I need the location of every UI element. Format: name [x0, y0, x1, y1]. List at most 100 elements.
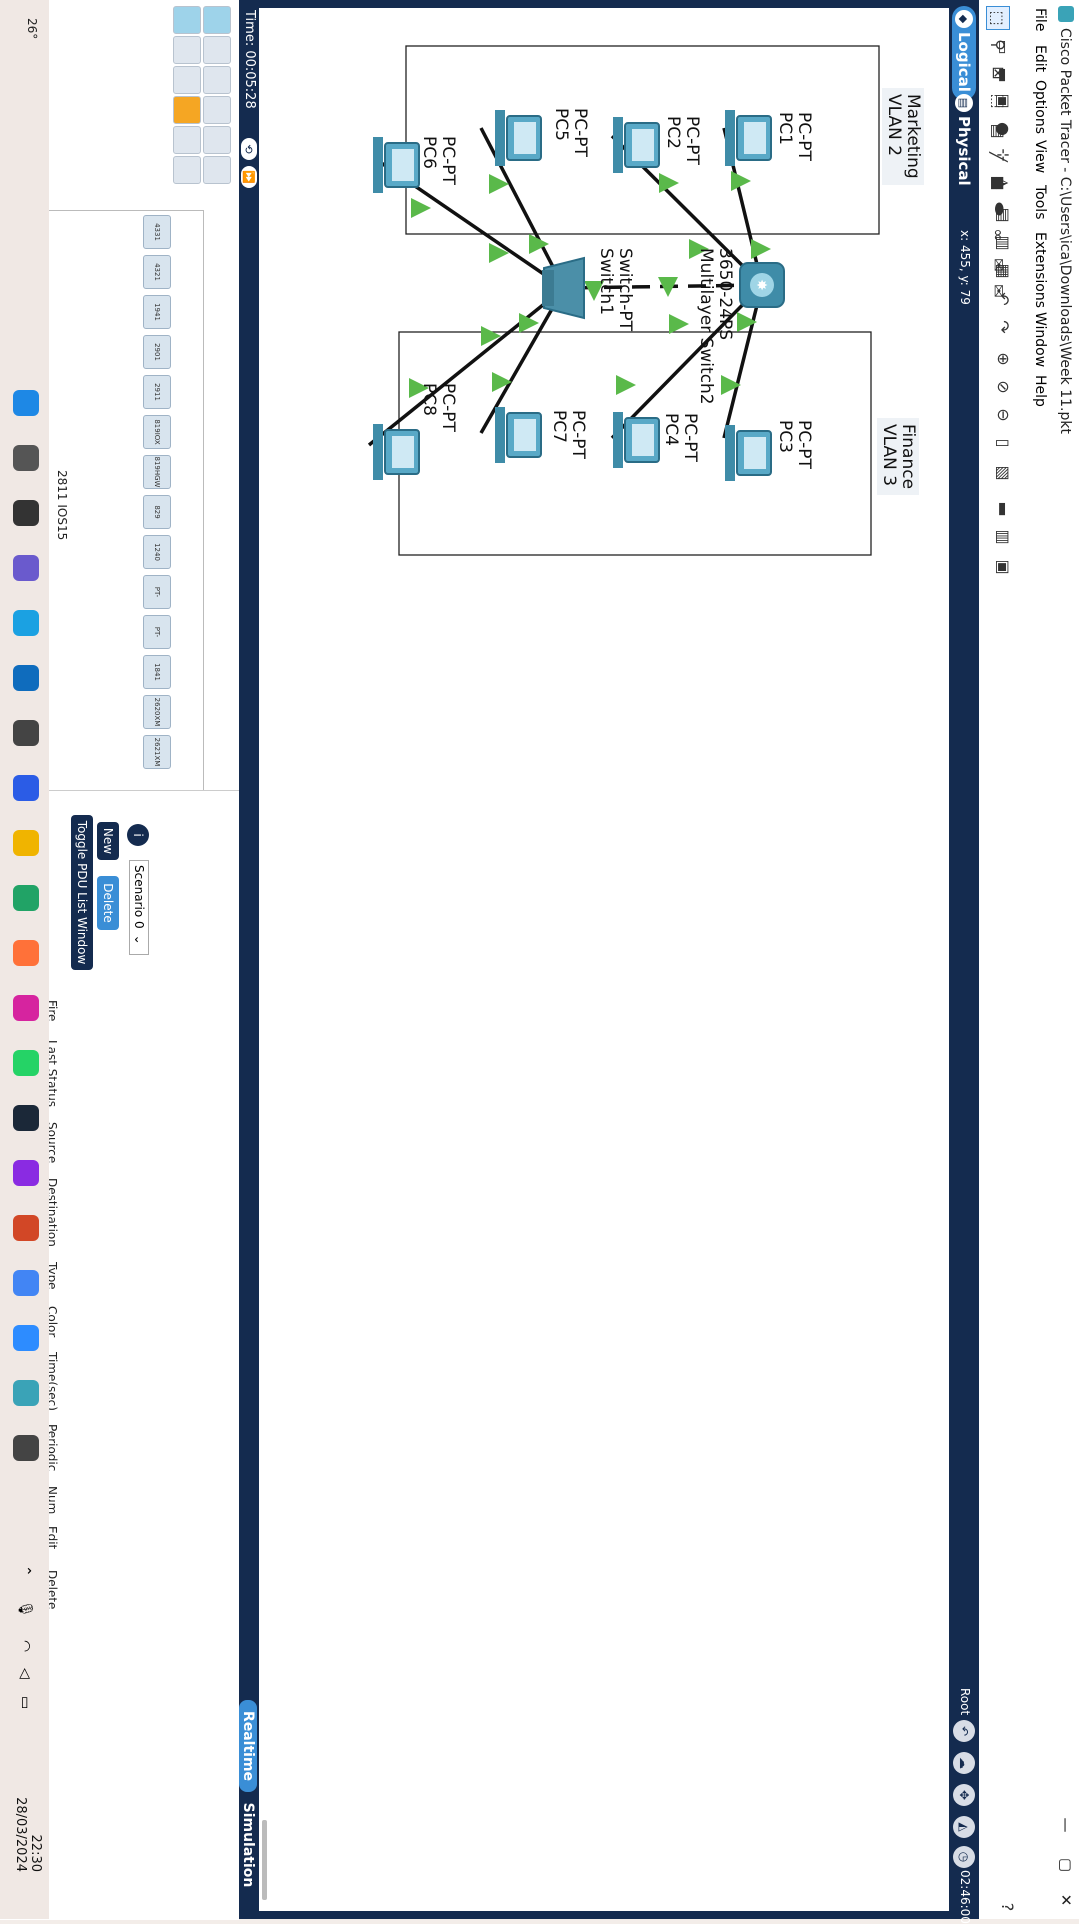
whatsapp-icon[interactable]	[13, 1050, 39, 1076]
router-model-pt-router[interactable]: PT-Router	[143, 575, 171, 609]
simulation-mode-button[interactable]: Simulation	[239, 1795, 257, 1895]
taskbar-clock[interactable]: 22:30 28/03/2024	[13, 1752, 43, 1872]
viewport-icon[interactable]: ◭	[953, 1816, 975, 1838]
new-scenario-button[interactable]: New	[97, 822, 119, 860]
wan-subcategory-icon[interactable]	[173, 156, 201, 184]
menu-edit[interactable]: Edit	[1032, 45, 1048, 72]
maximize-button[interactable]: ▢	[1057, 1850, 1075, 1880]
router-model-1841[interactable]: 1841	[143, 655, 171, 689]
fast-forward-button[interactable]: ⏩	[241, 166, 257, 188]
search-icon[interactable]	[13, 445, 39, 471]
zoom-in-icon[interactable]: ⊕	[993, 348, 1015, 370]
menu-window[interactable]: Window	[1032, 312, 1048, 367]
line-tool-icon[interactable]: ╱	[988, 146, 1010, 168]
router-model-4331[interactable]: 4331	[143, 215, 171, 249]
hubs-subcategory-icon[interactable]	[173, 66, 201, 94]
app-icon-2[interactable]	[13, 775, 39, 801]
menu-tools[interactable]: Tools	[1032, 185, 1048, 220]
workspace-scrollbar[interactable]	[262, 1820, 267, 1900]
ellipse-tool-icon[interactable]: ⬬	[988, 198, 1010, 220]
excel-icon[interactable]	[13, 885, 39, 911]
components-category-icon[interactable]	[203, 66, 231, 94]
security-subcategory-icon[interactable]	[173, 126, 201, 154]
custom-devices-icon[interactable]: ▧	[993, 462, 1015, 484]
doc-icon[interactable]: ▥	[993, 526, 1015, 548]
battery-icon[interactable]: ▭	[17, 1696, 33, 1709]
misc-category-icon[interactable]	[203, 126, 231, 154]
menu-file[interactable]: File	[1032, 8, 1048, 31]
end-devices-category-icon[interactable]	[203, 36, 231, 64]
mic-icon[interactable]: 🎙	[17, 1600, 33, 1618]
app-icon-1[interactable]	[13, 720, 39, 746]
zoom-icon[interactable]	[13, 1325, 39, 1351]
instagram-icon[interactable]	[13, 995, 39, 1021]
menu-extensions[interactable]: Extensions	[1032, 232, 1048, 308]
task-view-icon[interactable]	[13, 500, 39, 526]
select-tool-icon[interactable]: ⬚	[986, 6, 1010, 30]
router-model-819iox[interactable]: 819IOX	[143, 415, 171, 449]
note-tool-icon[interactable]: ▤	[988, 120, 1010, 142]
palette-icon[interactable]: ▯	[993, 432, 1015, 454]
menu-help[interactable]: Help	[1032, 375, 1048, 407]
move-icon[interactable]: ✥	[953, 1784, 975, 1806]
minimize-button[interactable]: —	[1057, 1810, 1075, 1840]
simple-pdu-icon[interactable]: ✉	[988, 254, 1010, 276]
logical-workspace[interactable]: ✸ Marketing VLAN 2 Finance VLAN 3 PC-PT …	[259, 8, 949, 1911]
resize-tool-icon[interactable]: ⬚	[988, 90, 1010, 112]
switches-subcategory-icon[interactable]	[173, 36, 201, 64]
complex-pdu-icon[interactable]: ✉	[988, 280, 1010, 302]
toggle-pdu-list-button[interactable]: Toggle PDU List Window	[71, 815, 93, 970]
store-icon[interactable]	[13, 665, 39, 691]
freeform-tool-icon[interactable]: ∞	[988, 224, 1010, 246]
multiuser-category-icon[interactable]	[203, 156, 231, 184]
back-icon[interactable]: ↶	[953, 1720, 975, 1742]
tab-physical[interactable]: ▤ Physical	[952, 90, 976, 194]
close-button[interactable]: ✕	[1057, 1885, 1075, 1915]
routers-subcategory-icon[interactable]	[173, 6, 201, 34]
chevron-up-icon[interactable]: ⌃	[17, 1565, 33, 1577]
reset-time-button[interactable]: ⟲	[241, 138, 257, 160]
router-model-2911[interactable]: 2911	[143, 375, 171, 409]
router-model-2901[interactable]: 2901	[143, 335, 171, 369]
rectangle-tool-icon[interactable]: ■	[988, 172, 1010, 194]
zoom-reset-icon[interactable]: ⊘	[993, 376, 1015, 398]
router-model-4321[interactable]: 4321	[143, 255, 171, 289]
file-explorer-icon[interactable]	[13, 830, 39, 856]
router-model-pt-empty[interactable]: PT-Empty	[143, 615, 171, 649]
firefox-icon[interactable]	[13, 940, 39, 966]
multilayer-switch-icon[interactable]: ✸	[739, 262, 785, 308]
app-icon-4[interactable]	[13, 1435, 39, 1461]
scenario-select[interactable]: Scenario 0 ⌄	[129, 860, 149, 955]
router-model-2620xm[interactable]: 2620XM	[143, 695, 171, 729]
cloud-icon[interactable]: ☁	[953, 1752, 975, 1774]
app-icon-3[interactable]	[13, 1160, 39, 1186]
steam-icon[interactable]	[13, 1105, 39, 1131]
tag-icon[interactable]: ▬	[993, 498, 1015, 520]
volume-icon[interactable]: ◁	[17, 1668, 33, 1679]
screenshot-icon[interactable]: ▣	[993, 556, 1015, 578]
router-model-819hgw[interactable]: 819HGW	[143, 455, 171, 489]
inspect-tool-icon[interactable]: ⚲	[988, 34, 1010, 56]
router-model-829[interactable]: 829	[143, 495, 171, 529]
router-model-2621xm[interactable]: 2621XM	[143, 735, 171, 769]
powerpoint-icon[interactable]	[13, 1215, 39, 1241]
clock-icon[interactable]: ◷	[953, 1846, 975, 1868]
start-icon[interactable]	[13, 390, 39, 416]
delete-scenario-button[interactable]: Delete	[97, 876, 119, 930]
realtime-mode-button[interactable]: Realtime	[239, 1700, 257, 1792]
edge-icon[interactable]	[13, 610, 39, 636]
zoom-out-icon[interactable]: ⊖	[993, 404, 1015, 426]
info-icon[interactable]: i	[127, 824, 149, 846]
help-icon[interactable]: ?	[997, 1896, 1019, 1918]
tab-logical[interactable]: ◆ Logical	[952, 6, 976, 100]
menu-view[interactable]: View	[1032, 140, 1048, 173]
menu-options[interactable]: Options	[1032, 80, 1048, 134]
delete-tool-icon[interactable]: ⊠	[988, 62, 1010, 84]
switch1-icon[interactable]	[542, 256, 585, 320]
weather-widget[interactable]: 26°	[25, 18, 39, 39]
wireless-subcategory-icon[interactable]	[173, 96, 201, 124]
router-model-1240[interactable]: 1240	[143, 535, 171, 569]
router-model-1941[interactable]: 1941	[143, 295, 171, 329]
chrome-icon[interactable]	[13, 1270, 39, 1296]
teams-icon[interactable]	[13, 555, 39, 581]
